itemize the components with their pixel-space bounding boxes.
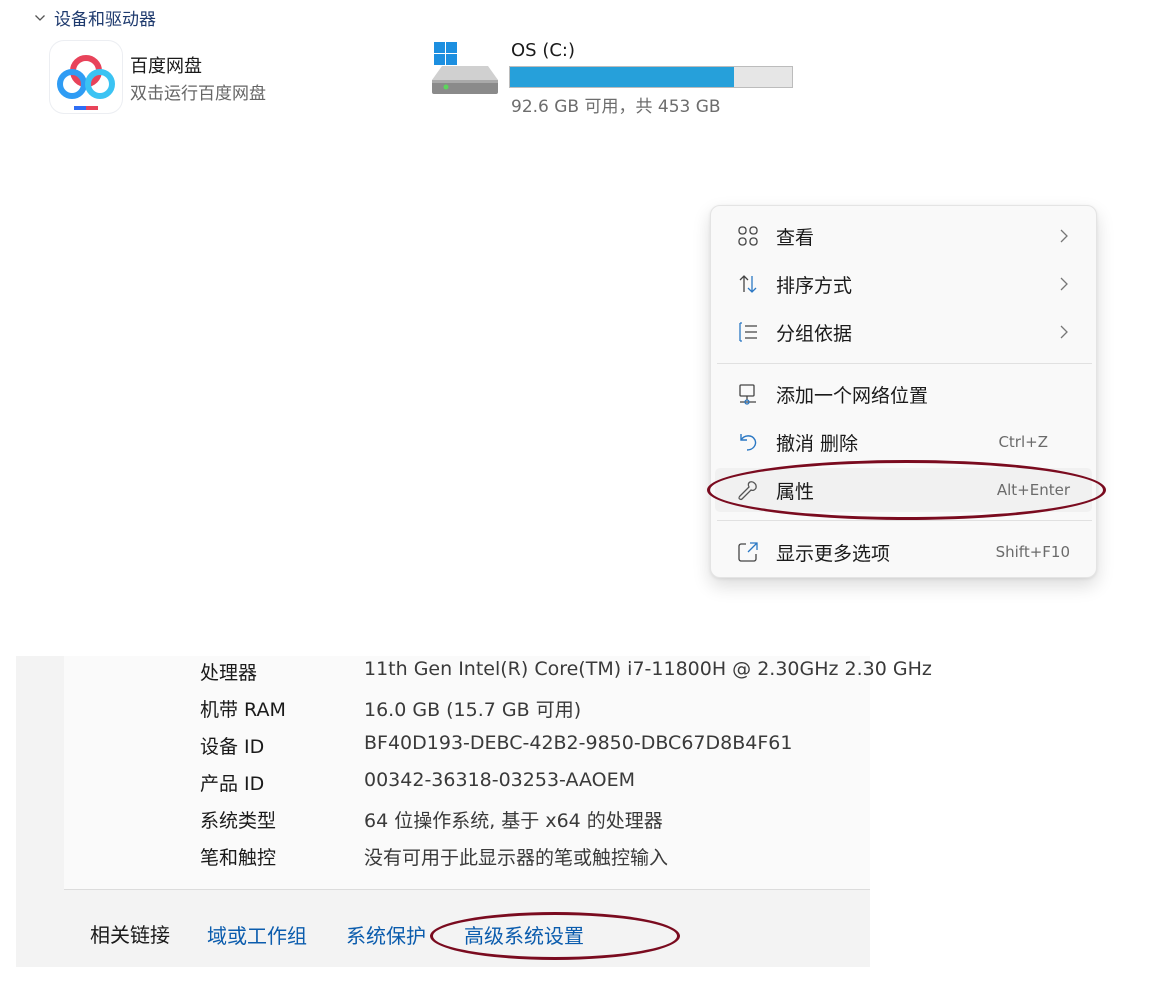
menu-item-group-by[interactable]: 分组依据 — [715, 310, 1092, 354]
spec-label: 处理器 — [200, 662, 258, 684]
section-header-devices[interactable]: 设备和驱动器 — [34, 5, 156, 30]
app-name[interactable]: 百度网盘 — [130, 52, 202, 78]
chevron-right-icon — [1060, 325, 1068, 339]
menu-item-label: 查看 — [776, 226, 815, 249]
menu-item-undo-delete[interactable]: 撤消 删除 Ctrl+Z — [715, 420, 1092, 464]
device-specs: 处理器 11th Gen Intel(R) Core(TM) i7-11800H… — [64, 656, 932, 890]
link-domain-workgroup[interactable]: 域或工作组 — [207, 920, 307, 949]
menu-item-label: 添加一个网络位置 — [776, 384, 929, 407]
drive-usage-bar — [509, 66, 793, 88]
menu-item-label: 撤消 删除 — [776, 432, 859, 455]
spec-label: 产品 ID — [200, 773, 265, 795]
link-system-protection[interactable]: 系统保护 — [346, 920, 426, 949]
drive-icon[interactable] — [432, 42, 500, 100]
undo-icon — [740, 434, 757, 451]
menu-item-label: 排序方式 — [776, 274, 853, 297]
drive-usage-fill — [510, 67, 735, 87]
menu-item-shortcut: Shift+F10 — [995, 543, 1070, 561]
baidu-netdisk-icon[interactable] — [50, 41, 122, 113]
group-by-icon — [739, 322, 757, 342]
network-location-icon — [739, 384, 756, 405]
annotation-ellipse-properties — [707, 460, 1106, 520]
menu-item-show-more-options[interactable]: 显示更多选项 Shift+F10 — [715, 530, 1092, 574]
system-info-panel: 处理器 11th Gen Intel(R) Core(TM) i7-11800H… — [16, 656, 932, 967]
menu-item-add-network-location[interactable]: 添加一个网络位置 — [715, 372, 1092, 416]
spec-value: 16.0 GB (15.7 GB 可用) — [364, 699, 582, 721]
menu-separator — [717, 520, 1092, 521]
related-links-title: 相关链接 — [90, 923, 170, 947]
menu-item-label: 显示更多选项 — [776, 542, 891, 565]
spec-value: 没有可用于此显示器的笔或触控输入 — [364, 847, 669, 869]
drive-name[interactable]: OS (C:) — [511, 40, 575, 61]
chevron-right-icon — [1060, 277, 1068, 291]
section-title: 设备和驱动器 — [54, 10, 156, 30]
spec-label: 机带 RAM — [200, 699, 286, 721]
view-grid-icon — [738, 226, 758, 246]
menu-item-shortcut: Ctrl+Z — [998, 433, 1048, 451]
menu-separator — [717, 363, 1092, 364]
menu-item-sort[interactable]: 排序方式 — [715, 262, 1092, 306]
spec-label: 笔和触控 — [200, 847, 277, 869]
spec-value: 11th Gen Intel(R) Core(TM) i7-11800H @ 2… — [364, 658, 932, 680]
chevron-right-icon — [1060, 229, 1068, 243]
context-menu: 查看 排序方式 分组依据 添加一个网络位置 撤消 删除 Ctrl+Z 属性 Al… — [710, 205, 1097, 578]
chevron-down-icon — [35, 14, 45, 21]
sort-icon — [739, 275, 757, 293]
more-options-icon — [738, 542, 758, 562]
spec-value: BF40D193-DEBC-42B2-9850-DBC67D8B4F61 — [364, 732, 793, 754]
annotation-ellipse-advanced-settings — [430, 912, 680, 960]
spec-label: 系统类型 — [200, 810, 277, 832]
menu-item-label: 分组依据 — [776, 322, 853, 345]
spec-value: 64 位操作系统, 基于 x64 的处理器 — [364, 810, 663, 832]
spec-value: 00342-36318-03253-AAOEM — [364, 769, 636, 791]
spec-label: 设备 ID — [200, 736, 265, 758]
drive-info: 92.6 GB 可用，共 453 GB — [511, 97, 721, 117]
app-subtitle: 双击运行百度网盘 — [130, 84, 266, 104]
menu-item-view[interactable]: 查看 — [715, 214, 1092, 258]
